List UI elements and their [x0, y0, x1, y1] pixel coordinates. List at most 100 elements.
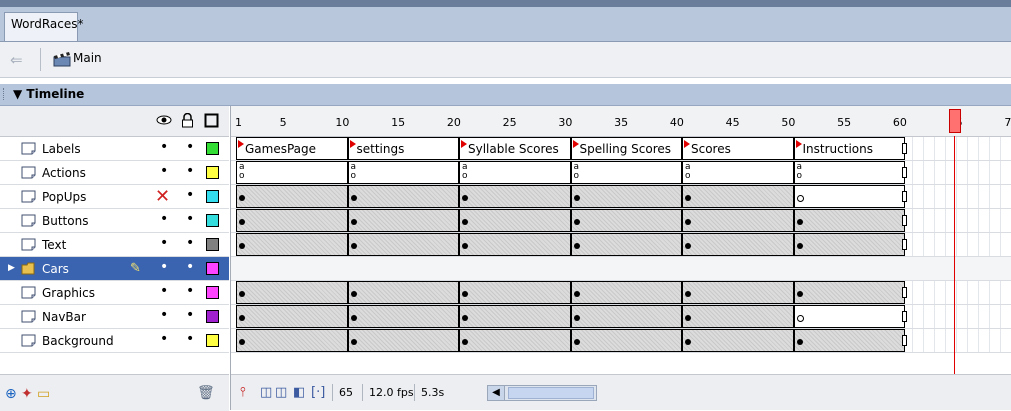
- layer-row-labels[interactable]: Labels • •: [0, 137, 229, 161]
- lock-dot[interactable]: •: [186, 283, 194, 299]
- layer-row-graphics[interactable]: Graphics • •: [0, 281, 229, 305]
- frame-row-popups[interactable]: [231, 185, 1011, 209]
- center-frame-icon[interactable]: ⫯: [240, 385, 246, 400]
- lock-dot[interactable]: •: [186, 187, 194, 203]
- timeline-panel-header[interactable]: ▼ Timeline: [0, 84, 1011, 106]
- frame-span[interactable]: ao: [459, 161, 571, 184]
- layer-name[interactable]: NavBar: [42, 310, 86, 324]
- frame-span[interactable]: ao: [682, 161, 794, 184]
- eye-icon[interactable]: [156, 113, 172, 127]
- lock-dot[interactable]: •: [186, 331, 194, 347]
- outline-color-swatch[interactable]: [206, 262, 219, 275]
- visibility-dot[interactable]: •: [160, 331, 168, 347]
- frame-row-navbar[interactable]: [231, 305, 1011, 329]
- frame-span[interactable]: [347, 233, 459, 256]
- visibility-dot[interactable]: •: [160, 307, 168, 323]
- frame-span[interactable]: Syllable Scores: [459, 137, 571, 160]
- scrollbar-thumb[interactable]: [508, 387, 594, 399]
- frame-row-actions[interactable]: ao ao ao ao ao ao: [231, 161, 1011, 185]
- frame-span[interactable]: ao: [347, 161, 459, 184]
- expand-arrow-icon[interactable]: ▶: [8, 263, 15, 273]
- add-motion-guide-icon[interactable]: ✦: [21, 386, 33, 402]
- frame-row-cars[interactable]: [231, 257, 1011, 281]
- visibility-dot[interactable]: •: [160, 139, 168, 155]
- frame-span[interactable]: Instructions: [793, 137, 905, 160]
- frame-row-graphics[interactable]: [231, 281, 1011, 305]
- layer-name[interactable]: Graphics: [42, 286, 95, 300]
- outline-color-swatch[interactable]: [206, 166, 219, 179]
- frame-span[interactable]: [236, 281, 348, 304]
- frame-span[interactable]: [682, 209, 794, 232]
- insert-layer-icon[interactable]: ⊕: [5, 386, 17, 402]
- frame-span[interactable]: [793, 185, 905, 208]
- frame-span[interactable]: [570, 185, 682, 208]
- frame-span[interactable]: [682, 185, 794, 208]
- frame-span[interactable]: [236, 329, 348, 352]
- layer-row-actions[interactable]: Actions • •: [0, 161, 229, 185]
- frame-span[interactable]: [570, 281, 682, 304]
- frame-span[interactable]: [793, 209, 905, 232]
- frame-span[interactable]: Spelling Scores: [570, 137, 682, 160]
- frame-span[interactable]: [570, 329, 682, 352]
- outline-color-swatch[interactable]: [206, 214, 219, 227]
- frame-span[interactable]: [459, 233, 571, 256]
- visibility-dot[interactable]: •: [160, 211, 168, 227]
- lock-dot[interactable]: •: [186, 139, 194, 155]
- frame-span[interactable]: [682, 233, 794, 256]
- frame-span[interactable]: [793, 329, 905, 352]
- frame-span[interactable]: ao: [236, 161, 348, 184]
- frame-span[interactable]: GamesPage: [236, 137, 348, 160]
- playhead[interactable]: [948, 109, 961, 133]
- frame-span[interactable]: Scores: [682, 137, 794, 160]
- frame-span[interactable]: ao: [793, 161, 905, 184]
- layer-name[interactable]: PopUps: [42, 190, 86, 204]
- layer-row-popups[interactable]: PopUps ✕ •: [0, 185, 229, 209]
- visibility-dot[interactable]: •: [160, 259, 168, 275]
- frame-span[interactable]: settings: [347, 137, 459, 160]
- frame-span[interactable]: [347, 281, 459, 304]
- layer-row-cars[interactable]: ▶ ✎ Cars • •: [0, 257, 229, 281]
- frame-span[interactable]: [236, 185, 348, 208]
- frame-span[interactable]: [236, 209, 348, 232]
- frame-row-buttons[interactable]: [231, 209, 1011, 233]
- layer-name[interactable]: Actions: [42, 166, 86, 180]
- visibility-dot[interactable]: •: [160, 163, 168, 179]
- timeline-title[interactable]: ▼ Timeline: [13, 87, 84, 101]
- layer-name[interactable]: Cars: [42, 262, 69, 276]
- layer-name[interactable]: Background: [42, 334, 114, 348]
- onion-skin-outlines-icon[interactable]: ◫: [275, 385, 287, 400]
- outline-icon[interactable]: [204, 113, 219, 128]
- outline-color-swatch[interactable]: [206, 286, 219, 299]
- lock-dot[interactable]: •: [186, 235, 194, 251]
- panel-grip[interactable]: [3, 88, 6, 100]
- scene-breadcrumb[interactable]: Main: [73, 51, 102, 65]
- insert-folder-icon[interactable]: ▭: [37, 386, 50, 402]
- frame-rate-field[interactable]: 12.0 fps: [362, 384, 414, 401]
- frame-row-text[interactable]: [231, 233, 1011, 257]
- frame-span[interactable]: [459, 281, 571, 304]
- frame-span[interactable]: [793, 305, 905, 328]
- frame-span[interactable]: [236, 233, 348, 256]
- layer-row-text[interactable]: Text • •: [0, 233, 229, 257]
- outline-color-swatch[interactable]: [206, 142, 219, 155]
- visibility-dot[interactable]: •: [160, 283, 168, 299]
- frame-span[interactable]: [793, 281, 905, 304]
- trash-icon[interactable]: 🗑: [197, 385, 215, 401]
- layer-row-buttons[interactable]: Buttons • •: [0, 209, 229, 233]
- frame-span[interactable]: [459, 329, 571, 352]
- lock-dot[interactable]: •: [186, 307, 194, 323]
- lock-dot[interactable]: •: [186, 163, 194, 179]
- document-tab[interactable]: WordRaces*: [4, 12, 84, 41]
- outline-color-swatch[interactable]: [206, 238, 219, 251]
- layer-row-background[interactable]: Background • •: [0, 329, 229, 353]
- frame-span[interactable]: [682, 329, 794, 352]
- edit-multiple-frames-icon[interactable]: ◧: [293, 385, 305, 400]
- visibility-dot[interactable]: •: [160, 235, 168, 251]
- hidden-x-icon[interactable]: ✕: [155, 186, 170, 207]
- frame-span[interactable]: [347, 329, 459, 352]
- lock-dot[interactable]: •: [186, 211, 194, 227]
- horizontal-scrollbar[interactable]: ◀: [487, 385, 597, 401]
- outline-color-swatch[interactable]: [206, 310, 219, 323]
- frame-span[interactable]: [347, 185, 459, 208]
- layer-name[interactable]: Buttons: [42, 214, 88, 228]
